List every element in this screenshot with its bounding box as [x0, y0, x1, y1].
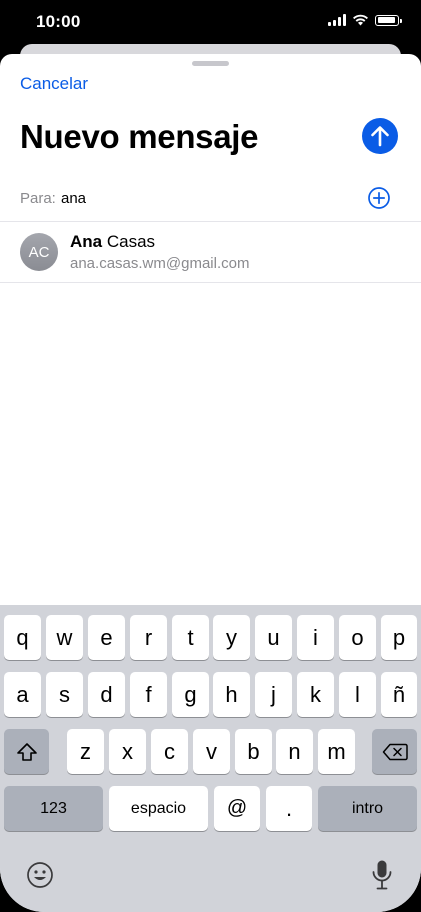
emoji-icon[interactable]: [26, 861, 54, 889]
compose-sheet: Cancelar Nuevo mensaje Para: AC Ana Casa…: [0, 54, 421, 912]
plus-circle-icon: [368, 187, 390, 209]
key-n[interactable]: n: [276, 729, 313, 774]
key-k[interactable]: k: [297, 672, 334, 717]
key-e[interactable]: e: [88, 615, 125, 660]
contact-suggestion[interactable]: AC Ana Casas ana.casas.wm@gmail.com: [0, 222, 421, 283]
contact-email: ana.casas.wm@gmail.com: [70, 255, 250, 272]
phone-screen: 10:00 Cancelar Nuevo mensaje Para: ana A…: [0, 0, 421, 912]
key-s[interactable]: s: [46, 672, 83, 717]
contact-name: Ana Casas: [70, 232, 155, 252]
wifi-icon: [353, 14, 368, 26]
key-t[interactable]: t: [172, 615, 209, 660]
to-field-row: Para:: [0, 178, 421, 222]
key-b[interactable]: b: [235, 729, 272, 774]
contact-name-match: Ana: [70, 232, 103, 251]
key-d[interactable]: d: [88, 672, 125, 717]
sheet-grabber[interactable]: [192, 61, 229, 66]
key-c[interactable]: c: [151, 729, 188, 774]
numbers-key[interactable]: 123: [4, 786, 103, 831]
key-y[interactable]: y: [213, 615, 250, 660]
key-r[interactable]: r: [130, 615, 167, 660]
shift-icon: [16, 742, 37, 761]
key-p[interactable]: p: [381, 615, 417, 660]
cancel-button[interactable]: Cancelar: [20, 74, 88, 94]
space-key[interactable]: espacio: [109, 786, 208, 831]
send-button[interactable]: [362, 118, 398, 154]
key-q[interactable]: q: [4, 615, 41, 660]
arrow-up-icon: [371, 126, 389, 147]
return-key[interactable]: intro: [318, 786, 417, 831]
microphone-icon[interactable]: [371, 859, 393, 891]
period-key[interactable]: .: [266, 786, 312, 831]
key-h[interactable]: h: [213, 672, 250, 717]
key-enye[interactable]: ñ: [381, 672, 417, 717]
battery-icon: [375, 14, 402, 26]
status-icons: [328, 14, 402, 26]
status-time: 10:00: [36, 12, 81, 31]
to-label: Para:: [20, 190, 56, 207]
to-input[interactable]: [61, 186, 341, 210]
delete-key[interactable]: [372, 729, 417, 774]
key-m[interactable]: m: [318, 729, 355, 774]
avatar: AC: [20, 233, 58, 271]
key-g[interactable]: g: [172, 672, 209, 717]
keyboard: q w e r t y u i o p a s d f g h j k l ñ: [0, 605, 421, 912]
key-x[interactable]: x: [109, 729, 146, 774]
key-w[interactable]: w: [46, 615, 83, 660]
contact-name-rest: Casas: [102, 232, 156, 251]
key-o[interactable]: o: [339, 615, 376, 660]
key-z[interactable]: z: [67, 729, 104, 774]
shift-key[interactable]: [4, 729, 49, 774]
key-f[interactable]: f: [130, 672, 167, 717]
key-u[interactable]: u: [255, 615, 292, 660]
notch: [106, 0, 314, 30]
delete-icon: [382, 743, 408, 760]
key-l[interactable]: l: [339, 672, 376, 717]
page-title: Nuevo mensaje: [20, 118, 259, 155]
key-a[interactable]: a: [4, 672, 41, 717]
at-key[interactable]: @: [214, 786, 260, 831]
status-bar: 10:00: [0, 0, 421, 46]
signal-icon: [328, 14, 346, 26]
key-j[interactable]: j: [255, 672, 292, 717]
key-i[interactable]: i: [297, 615, 334, 660]
add-contact-button[interactable]: [367, 186, 391, 210]
key-v[interactable]: v: [193, 729, 230, 774]
